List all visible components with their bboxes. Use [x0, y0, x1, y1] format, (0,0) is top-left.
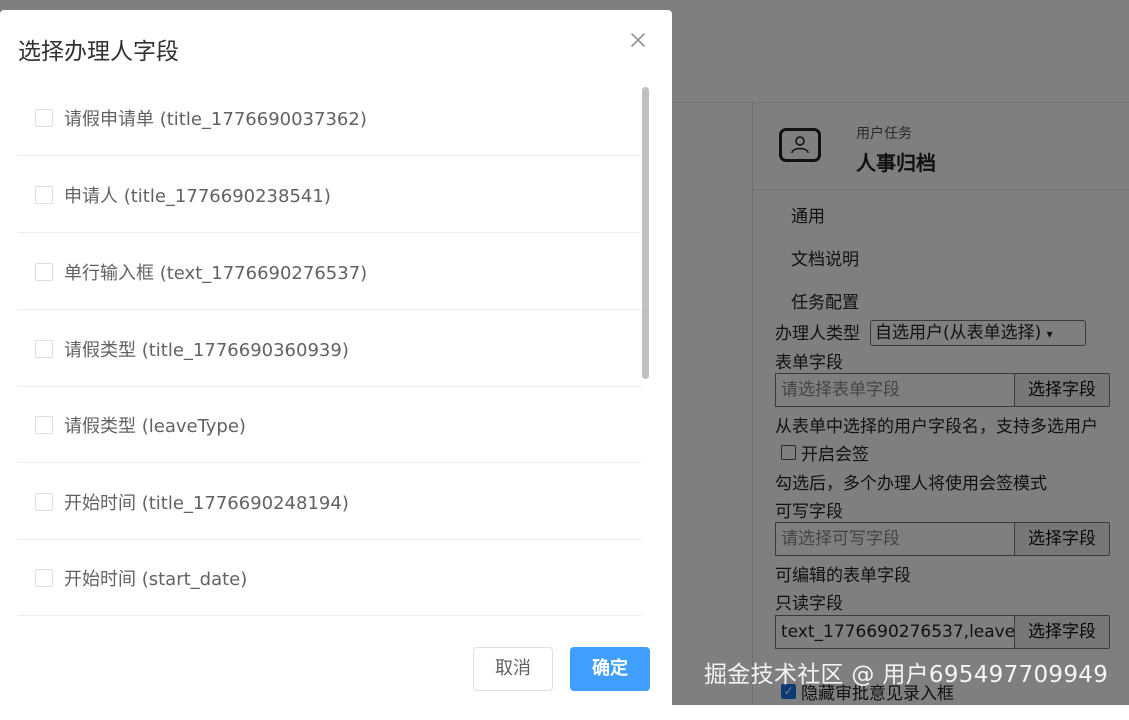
field-checkbox[interactable]	[35, 493, 53, 511]
field-checkbox[interactable]	[35, 186, 53, 204]
confirm-button[interactable]: 确定	[570, 647, 650, 691]
field-checkbox[interactable]	[35, 569, 53, 587]
field-label: 请假类型 (title_1776690360939)	[64, 340, 349, 361]
field-checkbox[interactable]	[35, 416, 53, 434]
field-checkbox[interactable]	[35, 263, 53, 281]
field-list-item[interactable]: 开始时间 (title_1776690248194)	[18, 464, 642, 540]
field-label: 请假申请单 (title_1776690037362)	[64, 109, 367, 130]
field-label: 申请人 (title_1776690238541)	[64, 186, 331, 207]
field-list: 请假申请单 (title_1776690037362) 申请人 (title_1…	[18, 80, 642, 627]
field-list-item[interactable]: 请假类型 (leaveType)	[18, 387, 642, 463]
field-label: 单行输入框 (text_1776690276537)	[64, 263, 368, 284]
field-list-item[interactable]: 请假申请单 (title_1776690037362)	[18, 80, 642, 156]
field-label: 开始时间 (title_1776690248194)	[64, 493, 349, 514]
field-list-item[interactable]: 请假类型 (title_1776690360939)	[18, 311, 642, 387]
field-checkbox[interactable]	[35, 109, 53, 127]
cancel-button[interactable]: 取消	[473, 647, 553, 691]
field-list-item[interactable]: 申请人 (title_1776690238541)	[18, 157, 642, 233]
list-scrollbar-thumb[interactable]	[642, 87, 649, 379]
dialog-title: 选择办理人字段	[18, 39, 179, 65]
field-checkbox[interactable]	[35, 340, 53, 358]
field-list-item[interactable]: 开始时间 (start_date)	[18, 540, 642, 616]
select-assignee-field-dialog: 选择办理人字段 请假申请单 (title_1776690037362) 申请人 …	[0, 10, 672, 720]
watermark: 掘金技术社区 @ 用户695497709949	[704, 662, 1109, 688]
field-label: 开始时间 (start_date)	[64, 569, 248, 590]
field-label: 请假类型 (leaveType)	[64, 416, 246, 437]
close-icon[interactable]	[626, 28, 650, 52]
field-list-item[interactable]: 单行输入框 (text_1776690276537)	[18, 234, 642, 310]
